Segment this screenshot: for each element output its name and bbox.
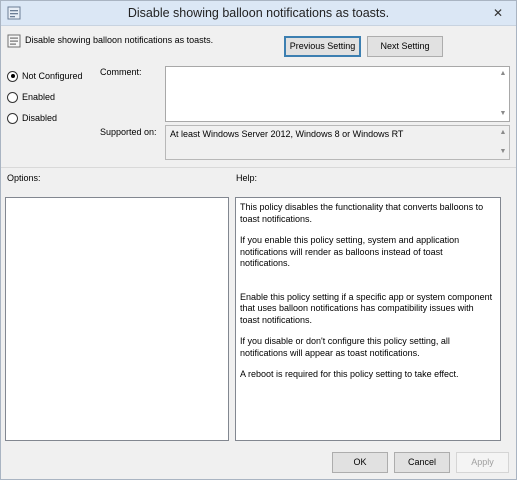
- previous-setting-button[interactable]: Previous Setting: [284, 36, 361, 57]
- ok-button[interactable]: OK: [332, 452, 388, 473]
- apply-button[interactable]: Apply: [456, 452, 509, 473]
- supported-on-box: At least Windows Server 2012, Windows 8 …: [165, 125, 510, 160]
- supported-on-value: At least Windows Server 2012, Windows 8 …: [170, 129, 404, 139]
- options-label: Options:: [7, 173, 41, 183]
- scroll-up-arrow-icon[interactable]: ▲: [499, 129, 507, 137]
- help-paragraph: A reboot is required for this policy set…: [240, 369, 459, 379]
- scroll-up-arrow-icon[interactable]: ▲: [499, 70, 507, 78]
- section-divider: [1, 167, 516, 168]
- radio-not-configured-label: Not Configured: [22, 71, 83, 81]
- options-panel[interactable]: [5, 197, 229, 441]
- scroll-down-arrow-icon[interactable]: ▼: [499, 110, 507, 118]
- help-text: This policy disables the functionality t…: [240, 202, 494, 391]
- help-paragraph: Enable this policy setting if a specific…: [240, 291, 493, 325]
- policy-setting-icon: [7, 34, 21, 48]
- scroll-down-arrow-icon[interactable]: ▼: [499, 148, 507, 156]
- supported-on-label: Supported on:: [100, 127, 157, 137]
- radio-disabled-indicator[interactable]: [7, 112, 18, 124]
- policy-name: Disable showing balloon notifications as…: [25, 35, 214, 45]
- policy-dialog-window: Disable showing balloon notifications as…: [0, 0, 517, 480]
- radio-disabled-label: Disabled: [22, 113, 58, 123]
- radio-enabled[interactable]: Enabled: [7, 90, 55, 104]
- radio-enabled-indicator[interactable]: [7, 91, 18, 103]
- comment-label: Comment:: [100, 67, 142, 77]
- close-button[interactable]: ✕: [486, 4, 510, 22]
- next-setting-button[interactable]: Next Setting: [367, 36, 443, 57]
- cancel-button[interactable]: Cancel: [394, 452, 450, 473]
- radio-disabled[interactable]: Disabled: [7, 111, 57, 125]
- help-label: Help:: [236, 173, 258, 183]
- radio-not-configured[interactable]: Not Configured: [7, 69, 83, 83]
- help-panel[interactable]: This policy disables the functionality t…: [235, 197, 501, 441]
- radio-not-configured-indicator[interactable]: [7, 70, 18, 82]
- help-paragraph: This policy disables the functionality t…: [240, 202, 484, 224]
- help-paragraph: If you enable this policy setting, syste…: [240, 235, 460, 268]
- window-title: Disable showing balloon notifications as…: [127, 6, 390, 20]
- close-icon: ✕: [492, 6, 504, 20]
- title-bar[interactable]: Disable showing balloon notifications as…: [1, 1, 516, 26]
- radio-enabled-label: Enabled: [22, 92, 56, 102]
- help-paragraph: If you disable or don't configure this p…: [240, 336, 450, 358]
- comment-textbox[interactable]: ▲ ▼: [165, 66, 510, 122]
